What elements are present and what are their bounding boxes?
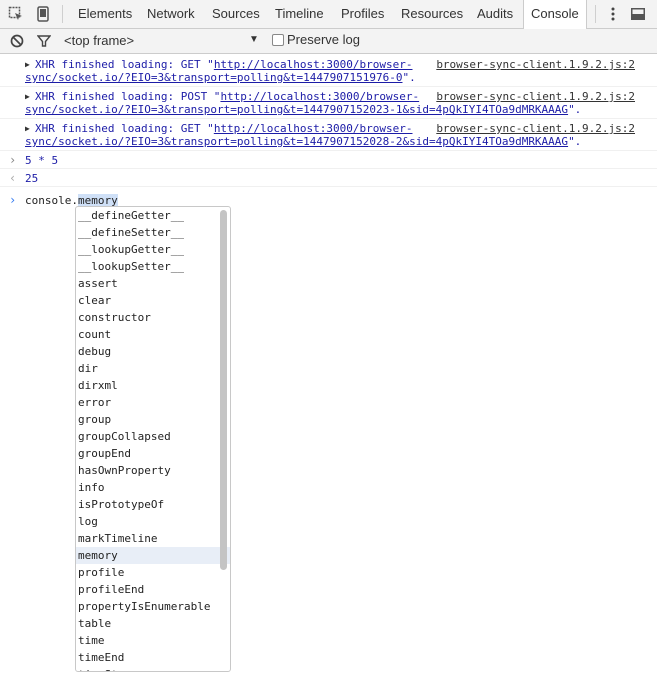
tab-timeline[interactable]: Timeline (268, 0, 331, 28)
suggestion-item[interactable]: timeEnd (76, 649, 230, 666)
tab-elements[interactable]: Elements (71, 0, 139, 28)
suggestion-item[interactable]: __defineGetter__ (76, 207, 230, 224)
url-link[interactable]: sync/socket.io/?EIO=3&transport=polling&… (25, 103, 568, 116)
source-link[interactable]: browser-sync-client.1.9.2.js:2 (436, 122, 635, 135)
expand-triangle-icon[interactable]: ▶ (25, 92, 30, 101)
suggestion-item[interactable]: hasOwnProperty (76, 462, 230, 479)
source-link[interactable]: browser-sync-client.1.9.2.js:2 (436, 58, 635, 71)
message-text-cont: sync/socket.io/?EIO=3&transport=polling&… (25, 103, 582, 116)
suggestion-item[interactable]: __lookupSetter__ (76, 258, 230, 275)
frame-selector[interactable]: <top frame> (64, 33, 134, 48)
suggestion-item[interactable]: timeStamp (76, 666, 230, 671)
console-messages: ▶ XHR finished loading: GET "http://loca… (0, 55, 657, 187)
suggestion-item[interactable]: info (76, 479, 230, 496)
devtools-tab-bar: Elements Network Sources Timeline Profil… (0, 0, 657, 29)
tab-resources[interactable]: Resources (394, 0, 470, 28)
url-link[interactable]: sync/socket.io/?EIO=3&transport=polling&… (25, 135, 568, 148)
suggestion-item[interactable]: table (76, 615, 230, 632)
clear-console-icon[interactable] (7, 31, 27, 51)
source-link[interactable]: browser-sync-client.1.9.2.js:2 (436, 90, 635, 103)
dock-side-icon[interactable] (628, 4, 648, 24)
evaluated-expression: 5 * 5 (25, 154, 59, 167)
url-link[interactable]: http://localhost:3000/browser- (214, 58, 413, 71)
input-chevron-icon: › (9, 153, 17, 167)
result-chevron-icon: ‹ (9, 171, 17, 185)
expand-triangle-icon[interactable]: ▶ (25, 60, 30, 69)
message-text: XHR finished loading: GET "http://localh… (35, 122, 413, 135)
console-message[interactable]: ▶ XHR finished loading: GET "http://loca… (0, 55, 657, 87)
suggestion-list: __defineGetter__ __defineSetter__ __lookup… (76, 207, 230, 671)
suggestion-item[interactable]: clear (76, 292, 230, 309)
suggestion-item[interactable]: log (76, 513, 230, 530)
preserve-log-checkbox[interactable]: Preserve log (272, 32, 360, 47)
divider (62, 5, 63, 23)
tab-audits[interactable]: Audits (470, 0, 520, 28)
chevron-down-icon[interactable]: ▼ (249, 34, 259, 45)
suggestion-item[interactable]: dir (76, 360, 230, 377)
suggestion-item[interactable]: constructor (76, 309, 230, 326)
url-link[interactable]: http://localhost:3000/browser- (214, 122, 413, 135)
suggestion-item[interactable]: __defineSetter__ (76, 224, 230, 241)
device-mode-icon[interactable] (33, 4, 53, 24)
url-link[interactable]: http://localhost:3000/browser- (220, 90, 419, 103)
result-value: 25 (25, 172, 39, 185)
divider (595, 5, 596, 23)
suggestion-item[interactable]: markTimeline (76, 530, 230, 547)
suggestion-item[interactable]: groupCollapsed (76, 428, 230, 445)
suggestion-item[interactable]: debug (76, 343, 230, 360)
suggestion-item[interactable]: dirxml (76, 377, 230, 394)
autocomplete-dropdown[interactable]: __defineGetter__ __defineSetter__ __lookup… (75, 206, 231, 672)
console-input-echo: › 5 * 5 (0, 151, 657, 169)
message-text: XHR finished loading: GET "http://localh… (35, 58, 413, 71)
console-message[interactable]: ▶ XHR finished loading: GET "http://loca… (0, 119, 657, 151)
suggestion-item[interactable]: profileEnd (76, 581, 230, 598)
suggestion-item[interactable]: count (76, 326, 230, 343)
suggestion-item[interactable]: __lookupGetter__ (76, 241, 230, 258)
suggestion-item[interactable]: profile (76, 564, 230, 581)
inspect-element-icon[interactable] (6, 4, 26, 24)
suggestion-item[interactable]: assert (76, 275, 230, 292)
scrollbar[interactable] (220, 210, 227, 570)
suggestion-item[interactable]: group (76, 411, 230, 428)
prompt-chevron-icon: › (9, 193, 17, 207)
filter-icon[interactable] (34, 31, 54, 51)
console-toolbar: <top frame> ▼ Preserve log (0, 29, 657, 54)
tab-sources[interactable]: Sources (205, 0, 267, 28)
checkbox-box[interactable] (272, 33, 284, 46)
preserve-log-label: Preserve log (287, 32, 360, 47)
suggestion-item[interactable]: error (76, 394, 230, 411)
suggestion-item[interactable]: isPrototypeOf (76, 496, 230, 513)
console-message[interactable]: ▶ XHR finished loading: POST "http://loc… (0, 87, 657, 119)
tab-console[interactable]: Console (523, 0, 587, 29)
suggestion-item[interactable]: propertyIsEnumerable (76, 598, 230, 615)
tab-network[interactable]: Network (140, 0, 202, 28)
url-link[interactable]: sync/socket.io/?EIO=3&transport=polling&… (25, 71, 403, 84)
message-text-cont: sync/socket.io/?EIO=3&transport=polling&… (25, 71, 416, 84)
suggestion-item[interactable]: memory (76, 547, 230, 564)
tab-profiles[interactable]: Profiles (334, 0, 391, 28)
suggestion-item[interactable]: groupEnd (76, 445, 230, 462)
console-result: ‹ 25 (0, 169, 657, 187)
more-options-icon[interactable] (603, 4, 623, 24)
message-text: XHR finished loading: POST "http://local… (35, 90, 420, 103)
expand-triangle-icon[interactable]: ▶ (25, 124, 30, 133)
message-text-cont: sync/socket.io/?EIO=3&transport=polling&… (25, 135, 582, 148)
suggestion-item[interactable]: time (76, 632, 230, 649)
